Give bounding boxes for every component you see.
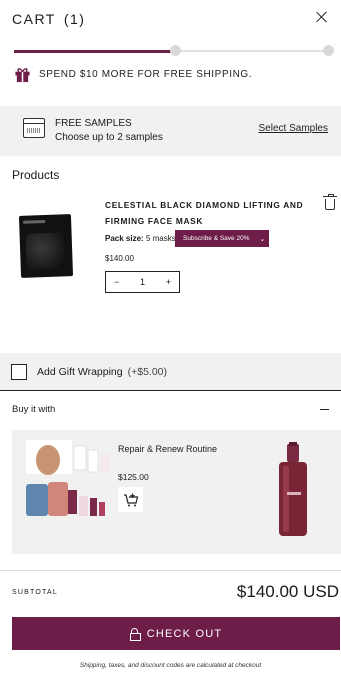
checkout-footnote: Shipping, taxes, and discount codes are … bbox=[79, 662, 262, 669]
select-samples-link[interactable]: Select Samples bbox=[259, 123, 328, 134]
trash-icon[interactable] bbox=[323, 194, 337, 210]
recommendation-card[interactable]: Repair & Renew Routine $125.00 bbox=[12, 430, 258, 554]
minus-icon[interactable] bbox=[320, 409, 329, 411]
shipping-message: SPEND $10 MORE FOR FREE SHIPPING. bbox=[39, 69, 253, 80]
recommendation-title[interactable]: Repair & Renew Routine bbox=[118, 444, 217, 454]
product-image[interactable] bbox=[18, 214, 74, 278]
gift-wrap-checkbox[interactable] bbox=[11, 364, 27, 380]
progress-milestone bbox=[323, 45, 334, 56]
samples-title: FREE SAMPLES bbox=[55, 118, 132, 129]
serum-bottle-image bbox=[279, 442, 307, 536]
close-icon[interactable] bbox=[313, 8, 331, 26]
free-samples-panel: FREE SAMPLES Choose up to 2 samples Sele… bbox=[0, 106, 341, 156]
subtotal-label: SUBTOTAL bbox=[12, 589, 58, 596]
progress-milestone bbox=[170, 45, 181, 56]
products-heading: Products bbox=[12, 168, 60, 182]
checkout-label: CHECK OUT bbox=[146, 627, 223, 640]
gift-icon bbox=[15, 68, 30, 83]
decrease-quantity-button[interactable]: − bbox=[114, 277, 119, 287]
increase-quantity-button[interactable]: + bbox=[166, 277, 171, 287]
quantity-value[interactable]: 1 bbox=[140, 277, 145, 287]
subscribe-select[interactable]: Subscribe & Save 20% ⌄ bbox=[175, 230, 269, 247]
cart-count: (1) bbox=[63, 11, 86, 27]
buy-it-with-heading: Buy it with bbox=[12, 404, 56, 415]
add-to-cart-button[interactable] bbox=[118, 487, 143, 512]
gift-wrap-price: (+$5.00) bbox=[127, 366, 168, 378]
add-to-cart-icon bbox=[123, 493, 138, 506]
subscribe-label: Subscribe & Save 20% bbox=[183, 235, 250, 242]
sample-box-icon bbox=[23, 118, 45, 138]
shipping-progress-fill bbox=[14, 49, 172, 53]
recommendation-card[interactable] bbox=[243, 430, 341, 554]
product-name[interactable]: CELESTIAL BLACK DIAMOND LIFTING AND FIRM… bbox=[105, 197, 305, 229]
pack-size-label: Pack size: bbox=[105, 234, 144, 243]
recommendation-price: $125.00 bbox=[118, 472, 149, 482]
gift-wrap-text: Add Gift Wrapping bbox=[37, 366, 123, 378]
cart-title-text: CART bbox=[12, 11, 56, 27]
gift-wrap-row: Add Gift Wrapping (+$5.00) bbox=[0, 353, 341, 391]
gift-wrap-label[interactable]: Add Gift Wrapping (+$5.00) bbox=[37, 366, 167, 378]
pack-size-value: 5 masks bbox=[145, 234, 176, 243]
subtotal-value: $140.00 USD bbox=[236, 582, 339, 601]
routine-kit-image bbox=[26, 440, 110, 516]
quantity-stepper: − 1 + bbox=[105, 271, 180, 293]
chevron-down-icon: ⌄ bbox=[259, 235, 266, 243]
divider bbox=[0, 570, 341, 571]
product-price: $140.00 bbox=[105, 254, 134, 263]
cart-title: CART (1) bbox=[12, 11, 85, 27]
checkout-button[interactable]: CHECK OUT bbox=[12, 617, 340, 650]
lock-icon bbox=[129, 628, 141, 641]
shipping-notice: SPEND $10 MORE FOR FREE SHIPPING. bbox=[14, 66, 252, 83]
pack-size: Pack size: 5 masks bbox=[105, 234, 176, 243]
samples-subtitle: Choose up to 2 samples bbox=[55, 132, 163, 143]
